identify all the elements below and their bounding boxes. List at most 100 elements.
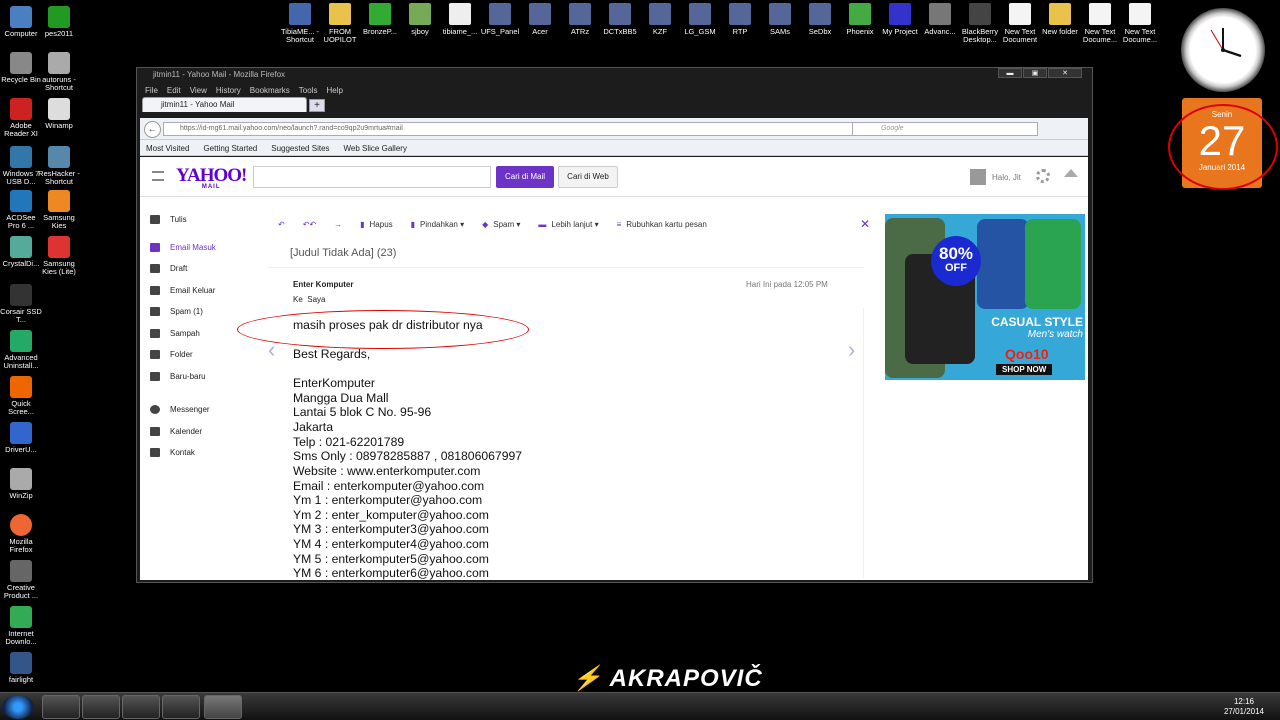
desktop-icon[interactable]: DCTxBB5: [600, 3, 640, 36]
desktop-icon[interactable]: Winamp: [38, 96, 80, 130]
desktop-icon[interactable]: New Text Document: [1000, 3, 1040, 44]
desktop-icon[interactable]: TibiaME... - Shortcut: [280, 3, 320, 44]
spam-button[interactable]: ◆ Spam ▾: [482, 220, 520, 229]
desktop-icon[interactable]: tibiame_...: [440, 3, 480, 36]
desktop-icon[interactable]: LG_GSM: [680, 3, 720, 36]
menu-history[interactable]: History: [216, 86, 241, 95]
sidebar-item-contacts[interactable]: Kontak: [140, 442, 260, 464]
desktop-icon[interactable]: DriverU...: [0, 420, 42, 454]
desktop-icon[interactable]: Advanced Uninstall...: [0, 328, 42, 370]
desktop-icon[interactable]: New Text Docume...: [1080, 3, 1120, 44]
back-button[interactable]: ←: [144, 121, 161, 138]
user-greeting[interactable]: Halo, Jit: [992, 173, 1021, 182]
search-bar[interactable]: Google: [852, 122, 1038, 136]
desktop-icon[interactable]: ACDSee Pro 6 ...: [0, 188, 42, 230]
desktop-icon[interactable]: Internet Downlo...: [0, 604, 42, 646]
media-player-icon[interactable]: [122, 695, 160, 719]
delete-button[interactable]: ▮ Hapus: [360, 220, 393, 229]
desktop-icon[interactable]: Adobe Reader XI: [0, 96, 42, 138]
advertisement[interactable]: 80% OFF CASUAL STYLE Men's watch Qoo10 SH…: [885, 214, 1085, 380]
desktop-icon[interactable]: KZF: [640, 3, 680, 36]
minimize-button[interactable]: ▬: [998, 68, 1022, 78]
window-titlebar[interactable]: jitmin11 - Yahoo Mail - Mozilla Firefox …: [137, 68, 1092, 82]
desktop-icon[interactable]: fairlight: [0, 650, 42, 684]
desktop-icon[interactable]: Quick Scree...: [0, 374, 42, 416]
bookmark-item[interactable]: Suggested Sites: [271, 144, 329, 155]
desktop-icon[interactable]: Acer: [520, 3, 560, 36]
desktop-icon[interactable]: autoruns - Shortcut: [38, 50, 80, 92]
hamburger-menu-icon[interactable]: [152, 171, 164, 181]
sidebar-item-sent[interactable]: Email Keluar: [140, 280, 260, 302]
more-button[interactable]: ▬ Lebih lanjut ▾: [538, 220, 598, 229]
desktop-icon[interactable]: New folder: [1040, 3, 1080, 36]
desktop-icon[interactable]: SAMs: [760, 3, 800, 36]
desktop-icon[interactable]: Samsung Kies (Lite): [38, 234, 80, 276]
desktop-icon[interactable]: ATRz: [560, 3, 600, 36]
desktop-icon[interactable]: SeDbx: [800, 3, 840, 36]
bookmark-item[interactable]: Web Slice Gallery: [344, 144, 407, 155]
menu-edit[interactable]: Edit: [167, 86, 181, 95]
home-icon[interactable]: [1064, 169, 1078, 177]
avatar[interactable]: [970, 169, 986, 185]
desktop-icon[interactable]: ResHacker - Shortcut: [38, 144, 80, 186]
desktop-icon[interactable]: CrystalDi...: [0, 234, 42, 268]
sidebar-item-compose[interactable]: Tulis: [140, 209, 260, 231]
sidebar-item-recent[interactable]: Baru-baru: [140, 366, 260, 388]
search-mail-button[interactable]: Cari di Mail: [496, 166, 554, 188]
desktop-icon[interactable]: Advanc...: [920, 3, 960, 36]
url-bar[interactable]: https://id-mg61.mail.yahoo.com/neo/launc…: [163, 122, 853, 136]
desktop-icon[interactable]: Creative Product ...: [0, 558, 42, 600]
desktop-icon[interactable]: Samsung Kies: [38, 188, 80, 230]
sidebar-item-drafts[interactable]: Draft: [140, 258, 260, 280]
desktop-icon[interactable]: RTP: [720, 3, 760, 36]
menu-view[interactable]: View: [190, 86, 207, 95]
scrollbar[interactable]: [863, 308, 864, 578]
yahoo-logo[interactable]: YAHOO! MAIL: [176, 165, 247, 190]
menu-file[interactable]: File: [145, 86, 158, 95]
desktop-icon[interactable]: BlackBerry Desktop...: [960, 3, 1000, 44]
new-tab-button[interactable]: +: [309, 99, 325, 112]
sidebar-item-inbox[interactable]: Email Masuk: [140, 237, 260, 259]
desktop-icon[interactable]: UFS_Panel: [480, 3, 520, 36]
desktop-icon[interactable]: sjboy: [400, 3, 440, 36]
clock-gadget[interactable]: [1181, 8, 1265, 92]
bookmark-item[interactable]: Getting Started: [203, 144, 257, 155]
sidebar-item-folder[interactable]: Folder: [140, 344, 260, 366]
maximize-button[interactable]: ▣: [1023, 68, 1047, 78]
collapse-cards-button[interactable]: ≡ Rubuhkan kartu pesan: [617, 220, 707, 229]
move-button[interactable]: ▮ Pindahkan ▾: [411, 220, 464, 229]
bookmark-item[interactable]: Most Visited: [146, 144, 189, 155]
reply-icon[interactable]: ↶: [278, 220, 285, 229]
menu-help[interactable]: Help: [326, 86, 342, 95]
desktop-icon[interactable]: Mozilla Firefox: [0, 512, 42, 554]
app-icon[interactable]: [162, 695, 200, 719]
ie-icon[interactable]: [42, 695, 80, 719]
start-button[interactable]: [2, 695, 34, 719]
sidebar-item-calendar[interactable]: Kalender: [140, 421, 260, 443]
desktop-icon[interactable]: New Text Docume...: [1120, 3, 1160, 44]
system-tray-clock[interactable]: 12:16 27/01/2014: [1224, 697, 1264, 717]
sidebar-item-messenger[interactable]: Messenger: [140, 399, 260, 421]
reply-all-icon[interactable]: ↶↶: [303, 220, 316, 229]
sender-name[interactable]: Enter Komputer: [293, 280, 353, 289]
gear-icon[interactable]: [1036, 169, 1050, 183]
shop-now-button[interactable]: SHOP NOW: [996, 364, 1053, 375]
search-web-button[interactable]: Cari di Web: [558, 166, 618, 188]
sidebar-item-spam[interactable]: Spam (1): [140, 301, 260, 323]
close-icon[interactable]: ✕: [860, 217, 870, 231]
desktop-icon[interactable]: Windows 7 USB D...: [0, 144, 42, 186]
tab-yahoo-mail[interactable]: jitmin11 - Yahoo Mail: [142, 97, 307, 112]
desktop-icon[interactable]: BronzeP...: [360, 3, 400, 36]
menu-bookmarks[interactable]: Bookmarks: [250, 86, 290, 95]
forward-icon[interactable]: →: [334, 220, 342, 229]
mail-search-input[interactable]: [253, 166, 491, 188]
desktop-icon[interactable]: FROM UOPILOT: [320, 3, 360, 44]
firefox-taskbar-icon[interactable]: [204, 695, 242, 719]
menu-tools[interactable]: Tools: [299, 86, 318, 95]
desktop-icon[interactable]: Recycle Bin: [0, 50, 42, 84]
desktop-icon[interactable]: Phoenix: [840, 3, 880, 36]
close-window-button[interactable]: ✕: [1048, 68, 1082, 78]
explorer-icon[interactable]: [82, 695, 120, 719]
desktop-icon[interactable]: Corsair SSD T...: [0, 282, 42, 324]
desktop-icon[interactable]: WinZip: [0, 466, 42, 500]
